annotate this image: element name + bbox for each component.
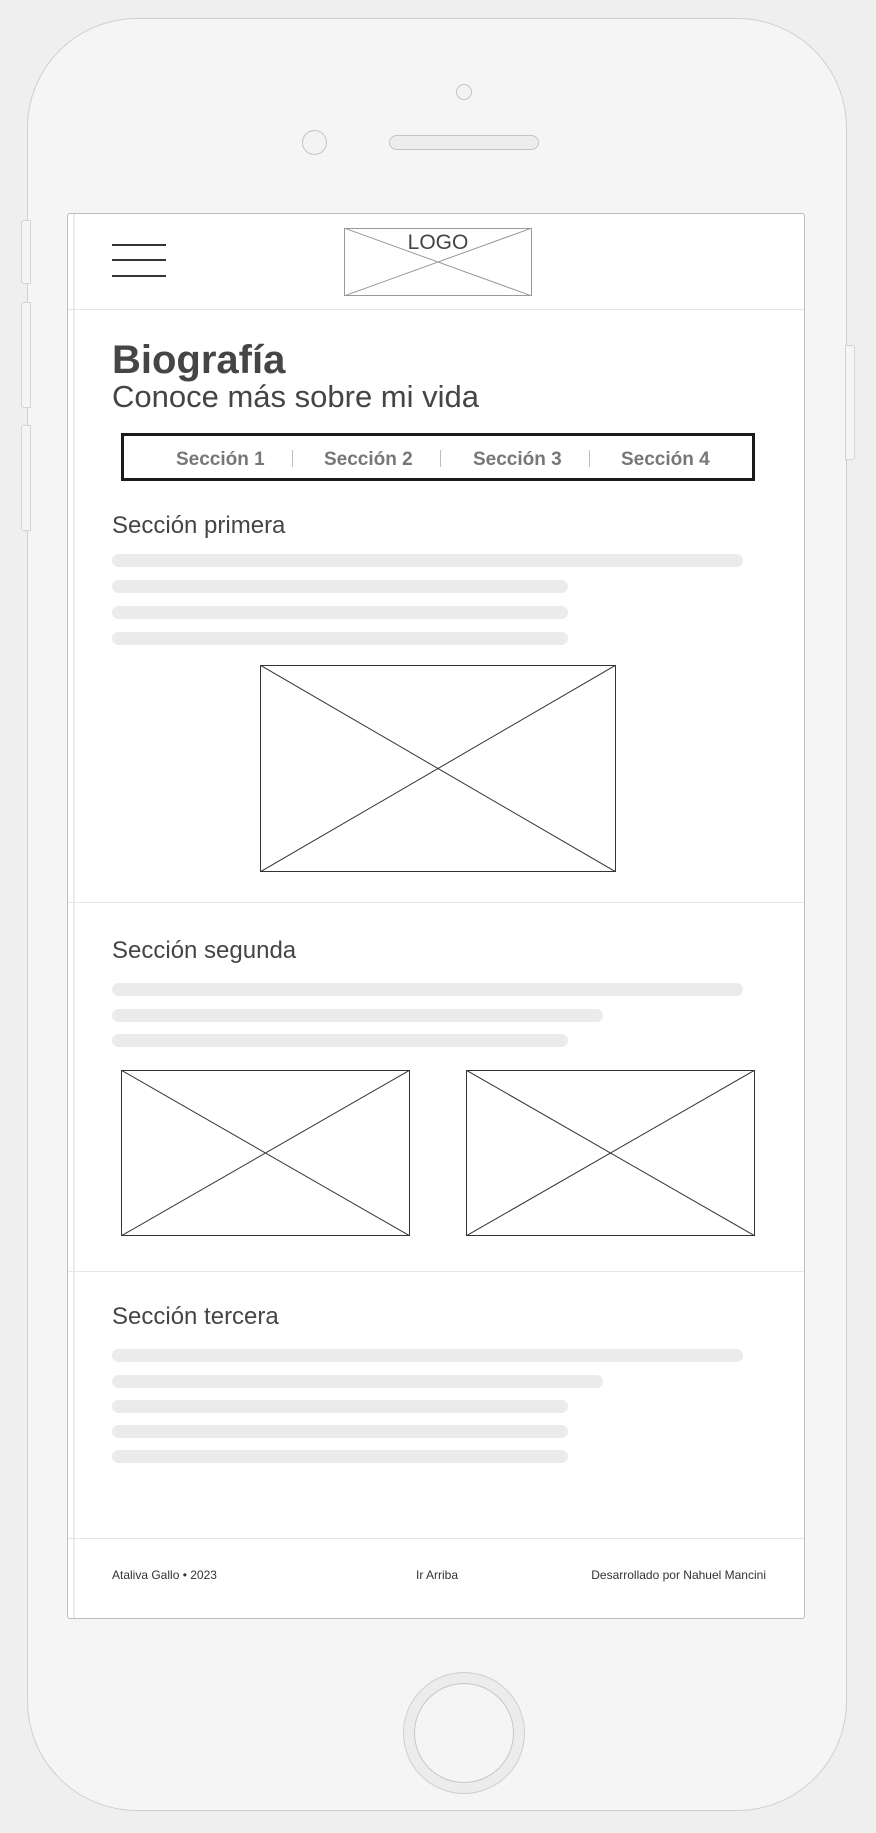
logo[interactable]: LOGO: [344, 228, 532, 296]
tab-separator: [589, 450, 590, 467]
tab-seccion-2[interactable]: Sección 2: [324, 449, 413, 471]
text-placeholder-line: [112, 580, 568, 593]
tab-separator: [440, 450, 441, 467]
image-placeholder-icon: [466, 1070, 755, 1236]
tab-seccion-1[interactable]: Sección 1: [176, 449, 265, 471]
side-button-volume-down: [21, 425, 31, 531]
home-button[interactable]: [403, 1672, 525, 1794]
site-footer: Ataliva Gallo • 2023 Ir Arriba Desarroll…: [68, 1538, 804, 1617]
tab-separator: [292, 450, 293, 467]
footer-credits: Desarrollado por Nahuel Mancini: [591, 1568, 766, 1582]
camera-dot: [456, 84, 472, 100]
text-placeholder-line: [112, 1034, 568, 1047]
text-placeholder-line: [112, 1400, 568, 1413]
tab-seccion-4[interactable]: Sección 4: [621, 449, 710, 471]
logo-text: LOGO: [407, 231, 469, 254]
tab-seccion-3[interactable]: Sección 3: [473, 449, 562, 471]
text-placeholder-line: [112, 1349, 743, 1362]
front-camera: [302, 130, 327, 155]
phone-screen: LOGO Biografía Conoce más sobre mi vida …: [67, 213, 805, 1619]
section-title-primera: Sección primera: [112, 512, 286, 539]
side-button-power: [845, 345, 855, 460]
section-tabs: Sección 1 Sección 2 Sección 3 Sección 4: [121, 433, 755, 481]
side-button-silent: [21, 220, 31, 284]
speaker-grille: [389, 135, 539, 150]
text-placeholder-line: [112, 606, 568, 619]
text-placeholder-line: [112, 554, 743, 567]
hamburger-menu-icon[interactable]: [112, 244, 166, 278]
text-placeholder-line: [112, 983, 743, 996]
section-divider: [68, 1271, 804, 1272]
page-title: Biografía: [112, 338, 286, 382]
image-placeholder-icon: [121, 1070, 410, 1236]
side-button-volume-up: [21, 302, 31, 408]
back-to-top-link[interactable]: Ir Arriba: [416, 1568, 458, 1582]
text-placeholder-line: [112, 632, 568, 645]
text-placeholder-line: [112, 1425, 568, 1438]
footer-copyright: Ataliva Gallo • 2023: [112, 1568, 217, 1582]
section-title-segunda: Sección segunda: [112, 937, 297, 964]
section-divider: [68, 902, 804, 903]
screen-edge: [73, 214, 75, 1618]
text-placeholder-line: [112, 1375, 603, 1388]
text-placeholder-line: [112, 1009, 603, 1022]
section-title-tercera: Sección tercera: [112, 1303, 279, 1330]
image-placeholder-icon: [260, 665, 616, 872]
home-button-inner: [414, 1683, 514, 1783]
text-placeholder-line: [112, 1450, 568, 1463]
page-subtitle: Conoce más sobre mi vida: [112, 379, 479, 414]
site-header: LOGO: [68, 214, 804, 310]
